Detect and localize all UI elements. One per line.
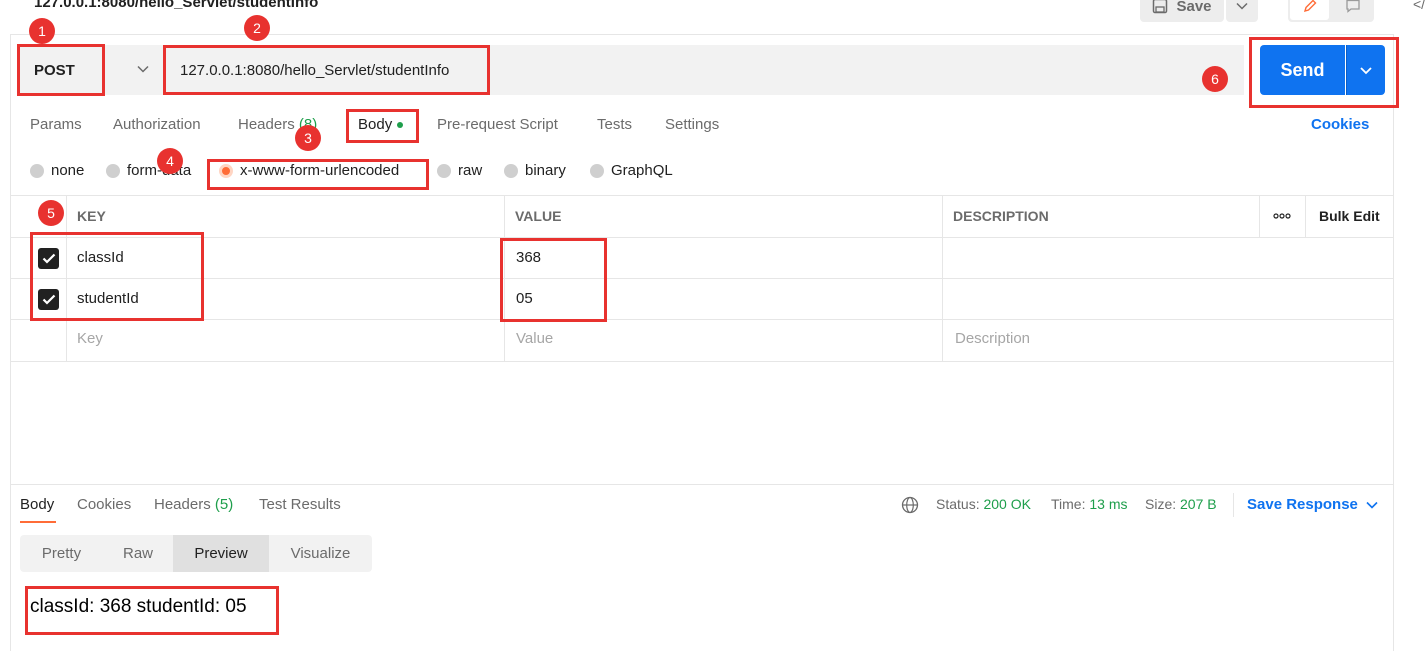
annotation-badge-6: 6 <box>1202 66 1228 92</box>
status-value: 200 OK <box>983 496 1031 512</box>
radio-circle <box>30 163 44 178</box>
column-header-key: KEY <box>77 208 106 224</box>
column-header-value: VALUE <box>515 208 562 224</box>
chevron-down-icon <box>1366 501 1378 509</box>
separator <box>1233 493 1234 517</box>
response-tab-headers-count: (5) <box>214 496 234 513</box>
tab-prerequest-script[interactable]: Pre-request Script <box>437 116 558 133</box>
radio-circle <box>504 163 518 178</box>
annotation-box-url <box>163 45 490 95</box>
tab-params[interactable]: Params <box>30 116 82 133</box>
key-input[interactable]: Key <box>77 330 103 347</box>
radio-circle <box>106 163 120 178</box>
radio-label: binary <box>525 162 566 179</box>
status-info: Status: 200 OK <box>936 496 1031 512</box>
time-info: Time: 13 ms <box>1051 496 1128 512</box>
annotation-box-send <box>1249 37 1399 108</box>
annotation-badge-1: 1 <box>29 18 55 44</box>
more-options-icon[interactable] <box>1272 208 1292 226</box>
annotation-badge-3: 3 <box>295 125 321 151</box>
time-value: 13 ms <box>1089 496 1128 512</box>
comment-icon <box>1345 0 1360 13</box>
description-input[interactable]: Description <box>955 330 1030 347</box>
globe-icon[interactable] <box>901 496 919 518</box>
response-divider <box>10 484 1394 485</box>
annotation-badge-4: 4 <box>157 148 183 174</box>
radio-label: raw <box>458 162 483 179</box>
format-preview[interactable]: Preview <box>173 535 269 572</box>
save-response-button[interactable]: Save Response <box>1247 496 1378 513</box>
save-button[interactable]: Save <box>1140 0 1224 22</box>
annotation-box-method <box>17 44 105 96</box>
active-tab-indicator <box>20 521 56 523</box>
globe-icon-svg <box>901 496 919 514</box>
tab-headers-label: Headers <box>238 116 295 133</box>
divider <box>10 34 1394 35</box>
response-tab-headers-label: Headers <box>154 496 211 513</box>
annotation-box-urlencoded <box>207 159 429 190</box>
size-info: Size: 207 B <box>1145 496 1217 512</box>
response-tab-cookies[interactable]: Cookies <box>77 496 131 513</box>
column-divider <box>1305 196 1306 238</box>
radio-none[interactable]: none <box>30 162 84 179</box>
radio-graphql[interactable]: GraphQL <box>590 162 673 179</box>
tab-tests[interactable]: Tests <box>597 116 632 133</box>
radio-binary[interactable]: binary <box>504 162 566 179</box>
column-header-description: DESCRIPTION <box>953 208 1049 224</box>
cookies-link[interactable]: Cookies <box>1311 116 1369 133</box>
annotation-badge-5: 5 <box>38 200 64 226</box>
tab-settings[interactable]: Settings <box>665 116 719 133</box>
save-response-label: Save Response <box>1247 496 1358 513</box>
code-icon[interactable]: </ <box>1413 0 1425 12</box>
format-visualize[interactable]: Visualize <box>269 535 372 572</box>
panel-border <box>1393 35 1394 651</box>
response-format-group: Pretty Raw Preview Visualize <box>20 535 372 572</box>
row-divider <box>10 361 1394 362</box>
chevron-down-icon <box>1236 2 1248 10</box>
annotation-box-keys <box>30 232 204 321</box>
value-input[interactable]: Value <box>516 330 553 347</box>
format-raw[interactable]: Raw <box>103 535 173 572</box>
status-label: Status: <box>936 496 980 512</box>
row-divider <box>10 237 1394 238</box>
radio-circle <box>590 163 604 178</box>
bulk-edit-button[interactable]: Bulk Edit <box>1319 208 1380 224</box>
edit-view-button[interactable] <box>1290 0 1329 20</box>
annotation-badge-2: 2 <box>244 15 270 41</box>
response-tab-body[interactable]: Body <box>20 496 54 513</box>
row-divider <box>10 278 1394 279</box>
response-tab-test-results[interactable]: Test Results <box>259 496 341 513</box>
row-divider <box>10 319 1394 320</box>
radio-raw[interactable]: raw <box>437 162 482 179</box>
save-label: Save <box>1176 0 1212 15</box>
column-divider <box>942 196 943 362</box>
request-title[interactable]: 127.0.0.1:8080/hello_Servlet/studentInfo <box>34 0 318 11</box>
time-label: Time: <box>1051 496 1086 512</box>
panel-border <box>10 35 11 651</box>
table-border <box>10 195 1394 196</box>
view-toggle-group <box>1288 0 1374 22</box>
comments-view-button[interactable] <box>1333 0 1372 20</box>
more-dots-icon <box>1273 213 1291 219</box>
save-icon <box>1153 0 1168 14</box>
size-value: 207 B <box>1180 496 1217 512</box>
size-label: Size: <box>1145 496 1177 512</box>
pencil-icon <box>1303 0 1316 13</box>
format-pretty[interactable]: Pretty <box>20 535 103 572</box>
radio-label: none <box>51 162 85 179</box>
save-options-button[interactable] <box>1226 0 1258 22</box>
radio-circle <box>437 163 451 178</box>
tab-authorization[interactable]: Authorization <box>113 116 201 133</box>
annotation-box-body-tab <box>346 109 419 143</box>
chevron-down-icon <box>137 65 149 73</box>
column-divider <box>1259 196 1260 238</box>
annotation-box-preview <box>25 586 279 635</box>
response-tab-headers[interactable]: Headers (5) <box>154 496 233 513</box>
radio-label: GraphQL <box>611 162 673 179</box>
annotation-box-values <box>500 238 607 322</box>
